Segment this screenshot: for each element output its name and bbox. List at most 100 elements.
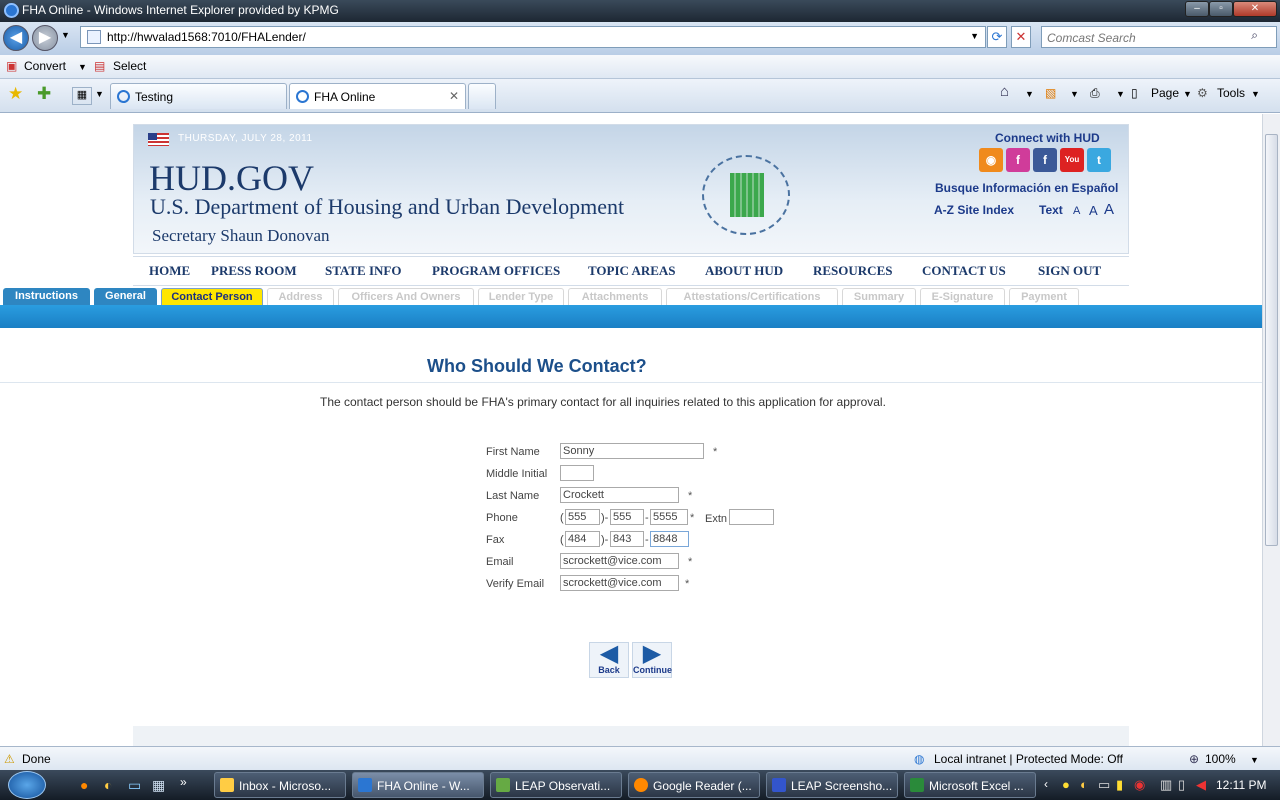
browser-tabs-bar: ★ ✚ ▦ ▼ Testing FHA Online ✕ ⌂ ▼ ▧ ▼ ⎙ ▼… — [0, 79, 1280, 113]
nav-press-room[interactable]: PRESS ROOM — [211, 263, 297, 279]
step-contact-person[interactable]: Contact Person — [161, 288, 263, 306]
url-dropdown-icon[interactable]: ▼ — [970, 31, 979, 41]
fax-area-field[interactable]: 484 — [565, 531, 600, 547]
text-size-large[interactable]: A — [1104, 201, 1114, 218]
zoom-level[interactable]: 100% — [1205, 752, 1236, 766]
search-icon[interactable]: ⌕ — [1251, 28, 1258, 43]
first-name-field[interactable]: Sonny — [560, 443, 704, 459]
zoom-dropdown-icon[interactable]: ▼ — [1250, 755, 1259, 765]
espanol-link[interactable]: Busque Información en Español — [935, 181, 1118, 195]
text-size-medium[interactable]: A — [1089, 203, 1098, 218]
search-input[interactable]: Comcast Search ⌕ — [1041, 26, 1277, 48]
task-excel[interactable]: Microsoft Excel ... — [904, 772, 1036, 798]
tray-power-icon[interactable]: ▯ — [1178, 777, 1185, 793]
step-instructions[interactable]: Instructions — [3, 288, 90, 306]
feeds-dropdown-icon[interactable]: ▼ — [1070, 89, 1079, 99]
feeds-icon[interactable]: ▧ — [1045, 86, 1056, 100]
task-leap-observation[interactable]: LEAP Observati... — [490, 772, 622, 798]
twitter-icon[interactable]: t — [1087, 148, 1111, 172]
tab-list-dropdown-icon[interactable]: ▼ — [95, 89, 104, 99]
task-google-reader[interactable]: Google Reader (... — [628, 772, 760, 798]
nav-about-hud[interactable]: ABOUT HUD — [705, 263, 783, 279]
nav-topic-areas[interactable]: TOPIC AREAS — [588, 263, 676, 279]
back-button[interactable]: ◀ Back — [589, 642, 629, 678]
nav-home[interactable]: HOME — [149, 263, 190, 279]
tray-volume-icon[interactable]: ◀ — [1196, 777, 1206, 793]
scroll-thumb[interactable] — [1265, 134, 1278, 546]
fax-prefix-field[interactable]: 843 — [610, 531, 644, 547]
tab-fha-online[interactable]: FHA Online ✕ — [289, 83, 466, 109]
text-size-small[interactable]: A — [1073, 205, 1080, 217]
last-name-field[interactable]: Crockett — [560, 487, 679, 503]
tools-dropdown-icon[interactable]: ▼ — [1251, 89, 1260, 99]
nav-resources[interactable]: RESOURCES — [813, 263, 892, 279]
quick-tabs-icon[interactable]: ▦ — [72, 87, 92, 105]
history-dropdown-icon[interactable]: ▼ — [61, 30, 70, 40]
close-window-button[interactable]: ✕ — [1233, 1, 1277, 17]
nav-program-offices[interactable]: PROGRAM OFFICES — [432, 263, 560, 279]
tray-network-icon[interactable]: ▥ — [1160, 777, 1172, 793]
divider — [0, 382, 1262, 383]
page-footer — [133, 726, 1129, 746]
fax-line-field[interactable]: 8848 — [650, 531, 689, 547]
convert-dropdown-icon[interactable]: ▼ — [78, 62, 87, 72]
nav-sign-out[interactable]: SIGN OUT — [1038, 263, 1101, 279]
facebook-icon[interactable]: f — [1033, 148, 1057, 172]
firefox-quicklaunch-icon[interactable]: ● — [80, 777, 88, 793]
continue-button[interactable]: ▶ Continue — [632, 642, 672, 678]
page-dropdown-icon[interactable]: ▼ — [1183, 89, 1192, 99]
print-icon[interactable]: ⎙ — [1090, 86, 1100, 101]
maximize-button[interactable]: ▫ — [1209, 1, 1233, 17]
address-input[interactable]: http://hwvalad1568:7010/FHALender/ ▼ — [80, 26, 986, 48]
tools-menu[interactable]: Tools — [1217, 86, 1245, 100]
rss-icon[interactable]: ◉ — [979, 148, 1003, 172]
add-favorites-icon[interactable]: ✚ — [37, 84, 51, 104]
tray-shield-icon[interactable]: ▮ — [1116, 777, 1123, 793]
desktop-quicklaunch-icon[interactable]: ▭ — [128, 777, 141, 794]
switch-windows-icon[interactable]: ▦ — [152, 777, 165, 794]
task-inbox[interactable]: Inbox - Microso... — [214, 772, 346, 798]
phone-area-field[interactable]: 555 — [565, 509, 600, 525]
hud-gov-logo[interactable]: HUD.GOV — [149, 157, 314, 199]
home-icon[interactable]: ⌂ — [1000, 83, 1009, 100]
forward-nav-button[interactable]: ▶ — [32, 25, 58, 51]
step-general[interactable]: General — [94, 288, 157, 306]
outlook-quicklaunch-icon[interactable]: ◐ — [104, 777, 112, 793]
nav-contact-us[interactable]: CONTACT US — [922, 263, 1006, 279]
stop-icon[interactable]: ✕ — [1011, 26, 1031, 48]
tray-mail-icon[interactable]: ▭ — [1098, 777, 1110, 793]
new-tab-button[interactable] — [468, 83, 496, 109]
print-dropdown-icon[interactable]: ▼ — [1116, 89, 1125, 99]
tray-app-icon[interactable]: ● — [1062, 777, 1070, 792]
step-lender-type: Lender Type — [478, 288, 564, 306]
vertical-scrollbar[interactable] — [1262, 114, 1280, 746]
phone-prefix-field[interactable]: 555 — [610, 509, 644, 525]
az-index-link[interactable]: A-Z Site Index — [934, 203, 1014, 217]
refresh-icon[interactable]: ⟳ — [987, 26, 1007, 48]
minimize-button[interactable]: – — [1185, 1, 1209, 17]
favorites-star-icon[interactable]: ★ — [8, 84, 23, 104]
home-dropdown-icon[interactable]: ▼ — [1025, 89, 1034, 99]
quicklaunch-more-icon[interactable]: » — [180, 775, 187, 789]
tray-outlook-icon[interactable]: ◐ — [1080, 777, 1088, 792]
nav-state-info[interactable]: STATE INFO — [325, 263, 401, 279]
task-fha-online[interactable]: FHA Online - W... — [352, 772, 484, 798]
page-menu[interactable]: Page — [1151, 86, 1179, 100]
clock[interactable]: 12:11 PM — [1216, 778, 1266, 792]
flickr-icon[interactable]: f — [1006, 148, 1030, 172]
tab-testing[interactable]: Testing — [110, 83, 287, 109]
phone-line-field[interactable]: 5555 — [650, 509, 688, 525]
task-leap-screenshots[interactable]: LEAP Screensho... — [766, 772, 898, 798]
middle-initial-field[interactable] — [560, 465, 594, 481]
convert-button[interactable]: Convert — [24, 59, 66, 73]
tray-security-icon[interactable]: ◉ — [1134, 777, 1145, 793]
select-button[interactable]: Select — [113, 59, 146, 73]
start-button[interactable] — [8, 771, 46, 799]
youtube-icon[interactable]: You — [1060, 148, 1084, 172]
verify-email-field[interactable]: scrockett@vice.com — [560, 575, 679, 591]
back-nav-button[interactable]: ◀ — [3, 25, 29, 51]
close-tab-icon[interactable]: ✕ — [449, 89, 459, 103]
tray-expand-icon[interactable]: ‹ — [1044, 777, 1048, 791]
extension-field[interactable] — [729, 509, 774, 525]
email-field[interactable]: scrockett@vice.com — [560, 553, 679, 569]
